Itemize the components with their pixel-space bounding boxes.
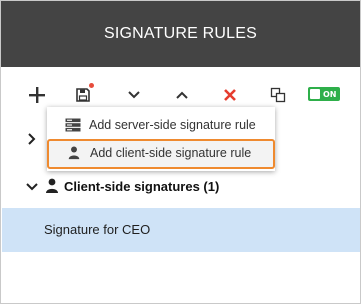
panel-header: SIGNATURE RULES (1, 1, 360, 67)
signature-rule-item[interactable]: Signature for CEO (2, 208, 360, 252)
close-icon (224, 89, 236, 101)
delete-button[interactable] (218, 83, 242, 107)
user-icon (68, 146, 80, 160)
add-server-side-rule-menu-item[interactable]: Add server-side signature rule (47, 111, 275, 141)
signature-rules-panel: SIGNATURE RULES ON Client-side signature… (0, 0, 361, 304)
save-icon (76, 88, 90, 102)
copy-button[interactable] (266, 83, 290, 107)
toggle-knob (310, 89, 320, 99)
save-button[interactable] (71, 83, 95, 107)
client-side-group-row[interactable]: Client-side signatures (1) (1, 173, 360, 201)
add-client-side-rule-menu-item[interactable]: Add client-side signature rule (47, 139, 275, 169)
user-icon (46, 178, 58, 193)
copy-icon (270, 87, 286, 103)
unsaved-indicator (89, 83, 94, 88)
move-up-button[interactable] (170, 83, 194, 107)
add-rule-button[interactable] (25, 83, 49, 107)
move-down-button[interactable] (122, 83, 146, 107)
plus-icon (29, 87, 45, 103)
server-icon (65, 118, 81, 132)
client-side-group-label: Client-side signatures (1) (64, 179, 220, 194)
chevron-down-icon (128, 91, 140, 99)
chevron-right-icon (28, 133, 36, 145)
menu-item-label: Add server-side signature rule (89, 118, 256, 132)
chevron-down-icon (26, 183, 38, 191)
signature-rule-label: Signature for CEO (44, 222, 151, 237)
add-rule-menu: Add server-side signature rule Add clien… (47, 107, 275, 171)
enable-toggle[interactable]: ON (308, 87, 340, 101)
toggle-label: ON (323, 89, 337, 99)
panel-title: SIGNATURE RULES (104, 25, 257, 42)
chevron-up-icon (176, 91, 188, 99)
menu-item-label: Add client-side signature rule (90, 146, 252, 160)
